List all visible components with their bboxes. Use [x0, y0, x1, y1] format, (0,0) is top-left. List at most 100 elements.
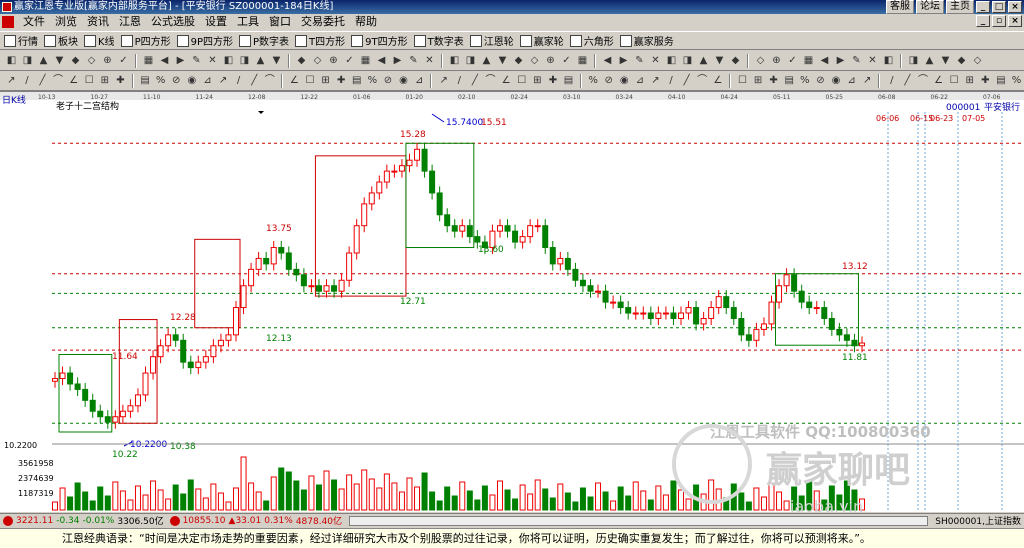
tb2-tool-icon[interactable]: ◧	[664, 53, 679, 68]
tb2-tool-icon[interactable]: ◨	[680, 53, 695, 68]
tb2-tool-icon[interactable]: ◆	[294, 53, 309, 68]
tb2-tool-icon[interactable]: ◨	[237, 53, 252, 68]
tb3-tool-icon[interactable]: ∠	[499, 73, 514, 88]
tb3-tool-icon[interactable]: %	[798, 73, 813, 88]
tb3-tool-icon[interactable]: ▤	[349, 73, 364, 88]
tb2-tool-icon[interactable]: ◇	[753, 53, 768, 68]
minimize-button[interactable]: _	[976, 1, 990, 13]
tb2-tool-icon[interactable]: ◇	[84, 53, 99, 68]
menu-info[interactable]: 资讯	[82, 14, 114, 30]
tb3-tool-icon[interactable]: ╱	[35, 73, 50, 88]
tb3-tool-icon[interactable]: ⊿	[633, 73, 648, 88]
toolbar-wheel2-button[interactable]: 赢家轮	[519, 33, 564, 48]
tb3-tool-icon[interactable]: ⊞	[318, 73, 333, 88]
mdi-restore-button[interactable]: ▫	[992, 15, 1006, 27]
tb2-tool-icon[interactable]: ▲	[253, 53, 268, 68]
tb2-tool-icon[interactable]: ✓	[342, 53, 357, 68]
tb3-tool-icon[interactable]: ↗	[436, 73, 451, 88]
mdi-minimize-button[interactable]: _	[976, 15, 990, 27]
tb3-tool-icon[interactable]: ✚	[766, 73, 781, 88]
toolbar-t-button[interactable]: T四方形	[295, 33, 345, 48]
toolbar-candle-button[interactable]: K线	[84, 33, 115, 48]
tb2-tool-icon[interactable]: ◀	[374, 53, 389, 68]
tb3-tool-icon[interactable]: /	[452, 73, 467, 88]
tb2-tool-icon[interactable]: ◆	[511, 53, 526, 68]
tb3-tool-icon[interactable]: ✚	[334, 73, 349, 88]
tb3-tool-icon[interactable]: ↗	[860, 73, 875, 88]
menu-tools[interactable]: 工具	[232, 14, 264, 30]
menu-gann[interactable]: 江恩	[114, 14, 146, 30]
close-button[interactable]: ×	[1008, 1, 1022, 13]
app-menu-icon[interactable]	[2, 16, 14, 28]
tb2-tool-icon[interactable]: ◆	[954, 53, 969, 68]
menu-window[interactable]: 窗口	[264, 14, 296, 30]
tb3-tool-icon[interactable]: /	[884, 73, 899, 88]
kefu-link[interactable]: 客服	[886, 0, 914, 14]
tb2-tool-icon[interactable]: ▶	[833, 53, 848, 68]
tb3-tool-icon[interactable]: /	[664, 73, 679, 88]
tb3-tool-icon[interactable]: %	[1009, 73, 1024, 88]
tb3-tool-icon[interactable]: ╱	[468, 73, 483, 88]
tb3-tool-icon[interactable]: ☐	[303, 73, 318, 88]
tb3-tool-icon[interactable]: ☐	[947, 73, 962, 88]
mdi-close-button[interactable]: ×	[1008, 15, 1022, 27]
tb2-tool-icon[interactable]: ▼	[52, 53, 67, 68]
tb3-tool-icon[interactable]: ◉	[396, 73, 411, 88]
tb3-tool-icon[interactable]: ⌒	[51, 73, 66, 88]
tb2-tool-icon[interactable]: ◇	[970, 53, 985, 68]
toolbar-9p-button[interactable]: 9P四方形	[176, 33, 233, 48]
chart-area[interactable]: 10-13 10-27 11-10 11-24 12-08 12-22 01-06 01-20…	[0, 91, 1024, 513]
tb3-tool-icon[interactable]: ⌒	[263, 73, 278, 88]
tb3-tool-icon[interactable]: ⊞	[962, 73, 977, 88]
tb3-tool-icon[interactable]: ╱	[679, 73, 694, 88]
tb3-tool-icon[interactable]: ⊞	[98, 73, 113, 88]
tb2-tool-icon[interactable]: ✕	[648, 53, 663, 68]
tb2-tool-icon[interactable]: ✕	[422, 53, 437, 68]
tb2-tool-icon[interactable]: ▲	[479, 53, 494, 68]
toolbar-tn-button[interactable]: T数字表	[413, 33, 464, 48]
tb2-tool-icon[interactable]: ◆	[68, 53, 83, 68]
tb2-tool-icon[interactable]: ◨	[20, 53, 35, 68]
toolbar-block-button[interactable]: 板块	[44, 33, 78, 48]
tb3-tool-icon[interactable]: ╱	[900, 73, 915, 88]
tb2-tool-icon[interactable]: ✎	[189, 53, 204, 68]
tb2-tool-icon[interactable]: ◧	[881, 53, 896, 68]
menu-settings[interactable]: 设置	[200, 14, 232, 30]
tb3-tool-icon[interactable]: ↗	[4, 73, 19, 88]
tb2-tool-icon[interactable]: ⊕	[326, 53, 341, 68]
tb3-tool-icon[interactable]: ⌒	[916, 73, 931, 88]
tb2-tool-icon[interactable]: ▶	[390, 53, 405, 68]
toolbar-service-button[interactable]: 赢家服务	[619, 33, 674, 48]
tb3-tool-icon[interactable]: %	[153, 73, 168, 88]
tb2-tool-icon[interactable]: ▦	[575, 53, 590, 68]
toolbar-wheel-button[interactable]: 江恩轮	[469, 33, 514, 48]
tb3-tool-icon[interactable]: ☐	[82, 73, 97, 88]
tb2-tool-icon[interactable]: ▲	[922, 53, 937, 68]
tb3-tool-icon[interactable]: ◉	[185, 73, 200, 88]
tb2-tool-icon[interactable]: ▼	[495, 53, 510, 68]
tb3-tool-icon[interactable]: ⊞	[751, 73, 766, 88]
tb2-tool-icon[interactable]: ◇	[310, 53, 325, 68]
tb2-tool-icon[interactable]: ◨	[463, 53, 478, 68]
tb2-tool-icon[interactable]: ◧	[447, 53, 462, 68]
tb3-tool-icon[interactable]: ▤	[138, 73, 153, 88]
tb2-tool-icon[interactable]: ▦	[801, 53, 816, 68]
menu-help[interactable]: 帮助	[350, 14, 382, 30]
tb3-tool-icon[interactable]: ▤	[782, 73, 797, 88]
tb3-tool-icon[interactable]: %	[365, 73, 380, 88]
tb3-tool-icon[interactable]: ⊿	[412, 73, 427, 88]
tb3-tool-icon[interactable]: ✚	[978, 73, 993, 88]
menu-trade[interactable]: 交易委托	[296, 14, 350, 30]
tb2-tool-icon[interactable]: ▶	[173, 53, 188, 68]
tb2-tool-icon[interactable]: ▼	[712, 53, 727, 68]
tb2-tool-icon[interactable]: ✓	[785, 53, 800, 68]
tb2-tool-icon[interactable]: ▦	[141, 53, 156, 68]
menu-formula[interactable]: 公式选股	[146, 14, 200, 30]
tb3-tool-icon[interactable]: ⊘	[813, 73, 828, 88]
tb3-tool-icon[interactable]: ∠	[66, 73, 81, 88]
tb2-tool-icon[interactable]: ◆	[728, 53, 743, 68]
tb2-tool-icon[interactable]: ✎	[406, 53, 421, 68]
menu-file[interactable]: 文件	[18, 14, 50, 30]
status-scrollbar[interactable]	[349, 515, 929, 526]
tb3-tool-icon[interactable]: ☐	[514, 73, 529, 88]
